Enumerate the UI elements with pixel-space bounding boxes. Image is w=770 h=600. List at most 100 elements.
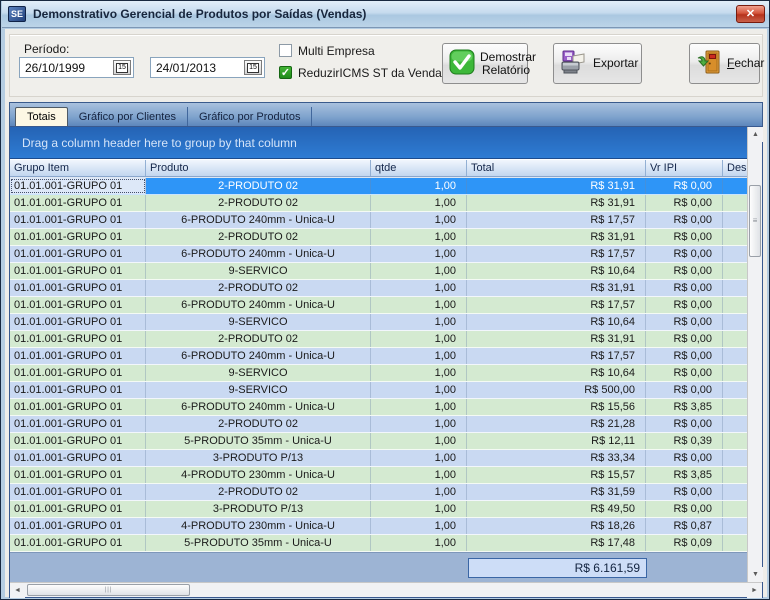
cell-produto[interactable]: 4-PRODUTO 230mm - Unica-U — [146, 518, 371, 534]
cell-produto[interactable]: 2-PRODUTO 02 — [146, 195, 371, 211]
cell-produto[interactable]: 6-PRODUTO 240mm - Unica-U — [146, 399, 371, 415]
group-by-panel[interactable]: Drag a column header here to group by th… — [10, 127, 747, 159]
cell-grupo-item[interactable]: 01.01.001-GRUPO 01 — [10, 382, 146, 398]
exportar-button[interactable]: Exportar — [553, 43, 642, 84]
cell-descor[interactable] — [723, 280, 746, 296]
column-header-vr-ipi[interactable]: Vr IPI — [646, 160, 723, 176]
cell-vr-ipi[interactable]: R$ 0,00 — [646, 178, 723, 194]
cell-produto[interactable]: 6-PRODUTO 240mm - Unica-U — [146, 212, 371, 228]
vertical-scrollbar[interactable]: ▲ ≡ ▼ — [747, 127, 762, 582]
cell-qtde[interactable]: 1,00 — [371, 280, 467, 296]
reduzir-icms-checkbox[interactable]: ✓ — [279, 66, 292, 79]
cell-produto[interactable]: 3-PRODUTO P/13 — [146, 450, 371, 466]
vertical-scroll-thumb[interactable]: ≡ — [749, 185, 761, 257]
cell-vr-ipi[interactable]: R$ 0,00 — [646, 501, 723, 517]
table-row[interactable]: 01.01.001-GRUPO 01 5-PRODUTO 35mm - Unic… — [10, 433, 747, 450]
table-row[interactable]: 01.01.001-GRUPO 01 3-PRODUTO P/13 1,00 R… — [10, 450, 747, 467]
calendar-icon[interactable]: 15 — [113, 60, 131, 75]
cell-qtde[interactable]: 1,00 — [371, 348, 467, 364]
cell-grupo-item[interactable]: 01.01.001-GRUPO 01 — [10, 348, 146, 364]
cell-qtde[interactable]: 1,00 — [371, 195, 467, 211]
demostrar-relatorio-button[interactable]: Demostrar Relatório — [442, 43, 528, 84]
cell-qtde[interactable]: 1,00 — [371, 331, 467, 347]
cell-grupo-item[interactable]: 01.01.001-GRUPO 01 — [10, 484, 146, 500]
table-row[interactable]: 01.01.001-GRUPO 01 4-PRODUTO 230mm - Uni… — [10, 518, 747, 535]
cell-descor[interactable] — [723, 246, 746, 262]
cell-grupo-item[interactable]: 01.01.001-GRUPO 01 — [10, 433, 146, 449]
table-row[interactable]: 01.01.001-GRUPO 01 9-SERVICO 1,00 R$ 10,… — [10, 263, 747, 280]
cell-grupo-item[interactable]: 01.01.001-GRUPO 01 — [10, 212, 146, 228]
table-row[interactable]: 01.01.001-GRUPO 01 6-PRODUTO 240mm - Uni… — [10, 348, 747, 365]
title-bar[interactable]: SE Demonstrativo Gerencial de Produtos p… — [2, 1, 770, 28]
cell-vr-ipi[interactable]: R$ 3,85 — [646, 467, 723, 483]
cell-qtde[interactable]: 1,00 — [371, 382, 467, 398]
cell-descor[interactable] — [723, 331, 746, 347]
cell-total[interactable]: R$ 31,91 — [467, 229, 646, 245]
cell-total[interactable]: R$ 31,91 — [467, 195, 646, 211]
cell-vr-ipi[interactable]: R$ 0,00 — [646, 229, 723, 245]
cell-total[interactable]: R$ 12,11 — [467, 433, 646, 449]
cell-qtde[interactable]: 1,00 — [371, 178, 467, 194]
cell-produto[interactable]: 2-PRODUTO 02 — [146, 178, 371, 194]
cell-vr-ipi[interactable]: R$ 0,00 — [646, 348, 723, 364]
cell-total[interactable]: R$ 31,91 — [467, 280, 646, 296]
cell-grupo-item[interactable]: 01.01.001-GRUPO 01 — [10, 263, 146, 279]
cell-produto[interactable]: 6-PRODUTO 240mm - Unica-U — [146, 297, 371, 313]
cell-produto[interactable]: 5-PRODUTO 35mm - Unica-U — [146, 433, 371, 449]
cell-total[interactable]: R$ 17,57 — [467, 246, 646, 262]
column-header-produto[interactable]: Produto — [146, 160, 371, 176]
cell-total[interactable]: R$ 33,34 — [467, 450, 646, 466]
date-from-field[interactable]: 26/10/1999 15 — [19, 57, 134, 78]
cell-produto[interactable]: 9-SERVICO — [146, 263, 371, 279]
cell-produto[interactable]: 2-PRODUTO 02 — [146, 280, 371, 296]
column-header-grupo-item[interactable]: Grupo Item — [10, 160, 146, 176]
cell-vr-ipi[interactable]: R$ 0,00 — [646, 331, 723, 347]
cell-produto[interactable]: 4-PRODUTO 230mm - Unica-U — [146, 467, 371, 483]
column-header-total[interactable]: Total — [467, 160, 646, 176]
cell-descor[interactable] — [723, 382, 746, 398]
cell-produto[interactable]: 3-PRODUTO P/13 — [146, 501, 371, 517]
cell-vr-ipi[interactable]: R$ 0,00 — [646, 365, 723, 381]
cell-descor[interactable] — [723, 365, 746, 381]
cell-qtde[interactable]: 1,00 — [371, 433, 467, 449]
cell-grupo-item[interactable]: 01.01.001-GRUPO 01 — [10, 535, 146, 551]
cell-qtde[interactable]: 1,00 — [371, 297, 467, 313]
cell-qtde[interactable]: 1,00 — [371, 229, 467, 245]
cell-produto[interactable]: 5-PRODUTO 35mm - Unica-U — [146, 535, 371, 551]
cell-descor[interactable] — [723, 212, 746, 228]
cell-descor[interactable] — [723, 229, 746, 245]
cell-qtde[interactable]: 1,00 — [371, 518, 467, 534]
table-row[interactable]: 01.01.001-GRUPO 01 6-PRODUTO 240mm - Uni… — [10, 399, 747, 416]
cell-vr-ipi[interactable]: R$ 3,85 — [646, 399, 723, 415]
column-header-descor[interactable]: Descor — [723, 160, 746, 176]
cell-total[interactable]: R$ 17,57 — [467, 348, 646, 364]
cell-produto[interactable]: 6-PRODUTO 240mm - Unica-U — [146, 246, 371, 262]
cell-grupo-item[interactable]: 01.01.001-GRUPO 01 — [10, 178, 146, 194]
cell-total[interactable]: R$ 49,50 — [467, 501, 646, 517]
table-row[interactable]: 01.01.001-GRUPO 01 2-PRODUTO 02 1,00 R$ … — [10, 195, 747, 212]
cell-grupo-item[interactable]: 01.01.001-GRUPO 01 — [10, 399, 146, 415]
cell-total[interactable]: R$ 15,56 — [467, 399, 646, 415]
cell-qtde[interactable]: 1,00 — [371, 399, 467, 415]
table-row[interactable]: 01.01.001-GRUPO 01 2-PRODUTO 02 1,00 R$ … — [10, 178, 747, 195]
cell-grupo-item[interactable]: 01.01.001-GRUPO 01 — [10, 331, 146, 347]
cell-produto[interactable]: 2-PRODUTO 02 — [146, 229, 371, 245]
calendar-icon[interactable]: 15 — [244, 60, 262, 75]
cell-produto[interactable]: 9-SERVICO — [146, 365, 371, 381]
tab-grafico-clientes[interactable]: Gráfico por Clientes — [68, 107, 188, 126]
cell-vr-ipi[interactable]: R$ 0,00 — [646, 246, 723, 262]
cell-grupo-item[interactable]: 01.01.001-GRUPO 01 — [10, 365, 146, 381]
cell-produto[interactable]: 2-PRODUTO 02 — [146, 416, 371, 432]
cell-produto[interactable]: 9-SERVICO — [146, 382, 371, 398]
cell-qtde[interactable]: 1,00 — [371, 246, 467, 262]
cell-vr-ipi[interactable]: R$ 0,00 — [646, 297, 723, 313]
cell-vr-ipi[interactable]: R$ 0,00 — [646, 382, 723, 398]
table-row[interactable]: 01.01.001-GRUPO 01 4-PRODUTO 230mm - Uni… — [10, 467, 747, 484]
cell-descor[interactable] — [723, 297, 746, 313]
cell-grupo-item[interactable]: 01.01.001-GRUPO 01 — [10, 280, 146, 296]
scroll-down-icon[interactable]: ▼ — [748, 567, 763, 582]
cell-descor[interactable] — [723, 348, 746, 364]
cell-vr-ipi[interactable]: R$ 0,00 — [646, 450, 723, 466]
table-row[interactable]: 01.01.001-GRUPO 01 5-PRODUTO 35mm - Unic… — [10, 535, 747, 552]
cell-total[interactable]: R$ 10,64 — [467, 263, 646, 279]
